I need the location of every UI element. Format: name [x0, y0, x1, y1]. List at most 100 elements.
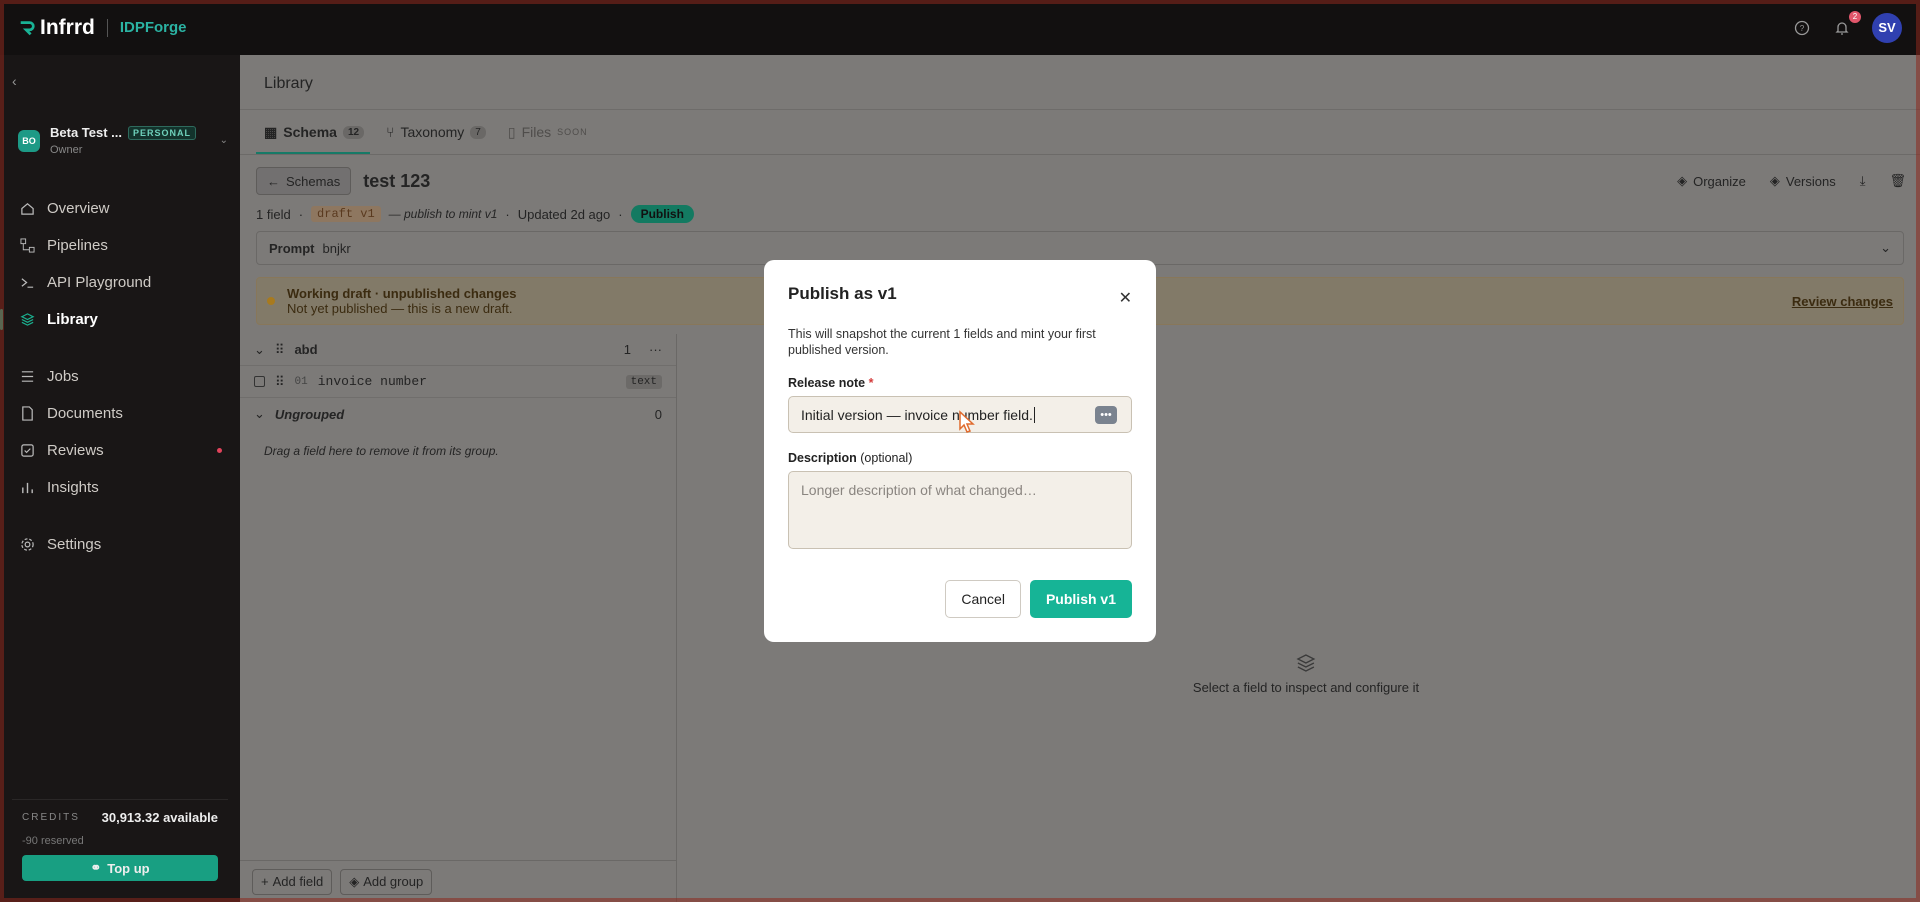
release-note-label-text: Release note [788, 376, 866, 390]
sidebar-item-library[interactable]: Library [0, 301, 240, 338]
sidebar-item-label: Overview [47, 200, 110, 217]
field-checkbox[interactable] [254, 376, 265, 387]
add-group-label: Add group [363, 874, 424, 889]
reviews-alert-dot [217, 448, 222, 453]
sidebar: ‹ BO Beta Test ... PERSONAL Owner ⌄ Overv… [0, 55, 240, 902]
sidebar-item-documents[interactable]: Documents [0, 395, 240, 432]
required-marker: * [868, 376, 874, 390]
chevron-down-icon[interactable]: ⌄ [254, 342, 265, 358]
tab-label: Schema [283, 124, 337, 140]
sidebar-item-label: Insights [47, 479, 99, 496]
trash-icon[interactable]: 🗑 [1889, 173, 1906, 189]
optional-marker: (optional) [860, 451, 913, 465]
add-group-button[interactable]: ◈ Add group [340, 868, 433, 895]
plus-icon: + [261, 874, 269, 889]
field-type-badge: text [625, 374, 662, 389]
more-options-icon[interactable]: ··· [649, 342, 662, 357]
download-icon[interactable]: ⤓ [1860, 173, 1866, 189]
notifications-bell-icon[interactable]: 2 [1832, 10, 1861, 38]
credits-panel: CREDITS 30,913.32 available -90 reserved… [12, 799, 228, 902]
workspace-switcher[interactable]: BO Beta Test ... PERSONAL Owner ⌄ [18, 125, 228, 156]
home-icon [21, 203, 34, 215]
sidebar-item-api-playground[interactable]: API Playground [0, 264, 240, 301]
dialog-description: This will snapshot the current 1 fields … [788, 327, 1096, 357]
field-tree: ⌄ ⠿ abd 1 ··· ⠿ 01 invoice number text ⌄… [240, 334, 677, 902]
product-name: IDPForge [119, 19, 187, 36]
field-row[interactable]: ⠿ 01 invoice number text [240, 366, 676, 398]
notification-badge: 2 [1849, 10, 1861, 23]
sidebar-item-reviews[interactable]: Reviews [0, 432, 240, 469]
list-icon [21, 371, 34, 382]
workspace-role: Owner [50, 144, 83, 156]
table-icon: ▦ [264, 123, 278, 140]
mouse-cursor-icon [959, 410, 975, 433]
publish-button[interactable]: Publish [630, 205, 694, 223]
brand-mark-icon [20, 20, 35, 35]
field-count: 1 field [256, 206, 291, 222]
sidebar-item-jobs[interactable]: Jobs [0, 358, 240, 395]
close-icon[interactable]: ✕ [1119, 288, 1132, 308]
schema-meta: 1 field · draft v1 — publish to mint v1 · … [256, 205, 694, 223]
top-up-button[interactable]: ⚭ Top up [22, 855, 218, 881]
group-row[interactable]: ⌄ ⠿ abd 1 ··· [240, 334, 676, 366]
sidebar-item-label: Documents [47, 405, 123, 422]
add-field-button[interactable]: + Add field [252, 868, 333, 895]
svg-text:?: ? [1800, 24, 1805, 33]
user-avatar[interactable]: SV [1872, 12, 1902, 43]
drag-handle-icon[interactable]: ⠿ [275, 374, 285, 390]
sidebar-item-label: Jobs [47, 368, 79, 385]
group-name: abd [294, 342, 318, 357]
tab-taxonomy[interactable]: ⑂ Taxonomy 7 [386, 110, 486, 154]
organize-button[interactable]: ◈ Organize [1677, 173, 1746, 189]
workspace-name: Beta Test ... [50, 125, 123, 140]
back-to-schemas-button[interactable]: ← Schemas [256, 167, 352, 195]
inspector-empty-state: Select a field to inspect and configure … [1193, 652, 1419, 695]
review-changes-link[interactable]: Review changes [1792, 294, 1893, 309]
description-textarea[interactable]: Longer description of what changed… [788, 471, 1132, 549]
check-square-icon [21, 444, 34, 457]
help-icon[interactable]: ? [1792, 18, 1812, 38]
top-up-label: Top up [107, 860, 150, 876]
sidebar-item-settings[interactable]: Settings [0, 526, 240, 563]
tab-files[interactable]: ▯ Files SOON [508, 110, 588, 154]
schema-title: test 123 [363, 170, 431, 191]
release-note-label: Release note * [788, 376, 1132, 390]
sidebar-item-label: Library [47, 311, 98, 328]
credits-label: CREDITS [22, 812, 80, 823]
layers-icon: ◈ [349, 873, 360, 889]
publish-dialog: Publish as v1 ✕ This will snapshot the c… [764, 260, 1156, 642]
ungrouped-name: Ungrouped [274, 406, 345, 422]
sidebar-item-pipelines[interactable]: Pipelines [0, 227, 240, 264]
chevron-down-icon[interactable]: ⌄ [254, 406, 265, 422]
sidebar-item-overview[interactable]: Overview [0, 190, 240, 227]
draft-hint: — publish to mint v1 [388, 207, 498, 221]
warning-body: Not yet published — this is a new draft. [287, 301, 513, 316]
ungrouped-row[interactable]: ⌄ Ungrouped 0 [240, 398, 676, 430]
terminal-icon [21, 278, 34, 288]
group-count: 1 [623, 342, 631, 357]
layers-icon: ◈ [1769, 173, 1780, 188]
password-manager-icon[interactable]: ••• [1095, 406, 1117, 424]
tab-schema[interactable]: ▦ Schema 12 [255, 110, 371, 154]
sidebar-item-insights[interactable]: Insights [0, 469, 240, 506]
tab-label: Taxonomy [400, 124, 465, 140]
workspace-tag: PERSONAL [128, 125, 197, 140]
tab-count: 7 [470, 125, 486, 139]
publish-v1-button[interactable]: Publish v1 [1029, 580, 1132, 618]
description-label-text: Description [788, 451, 857, 465]
prompt-value: bnjkr [322, 240, 351, 256]
layers-icon: ◈ [1677, 173, 1688, 188]
versions-button[interactable]: ◈ Versions [1770, 173, 1836, 189]
collapse-sidebar-icon[interactable]: ‹ [12, 73, 17, 89]
arrow-left-icon: ← [267, 173, 280, 189]
add-field-label: Add field [272, 874, 324, 889]
chevron-down-icon: ⌄ [1880, 240, 1891, 255]
layers-icon [1296, 654, 1316, 672]
drag-handle-icon[interactable]: ⠿ [275, 342, 285, 358]
ungrouped-count: 0 [654, 406, 662, 422]
cancel-button[interactable]: Cancel [945, 580, 1021, 618]
brand-logo[interactable]: Infrrd [18, 16, 95, 40]
description-placeholder: Longer description of what changed… [801, 482, 1037, 498]
draft-badge: draft v1 [311, 206, 381, 222]
warning-dot-icon [267, 297, 275, 305]
